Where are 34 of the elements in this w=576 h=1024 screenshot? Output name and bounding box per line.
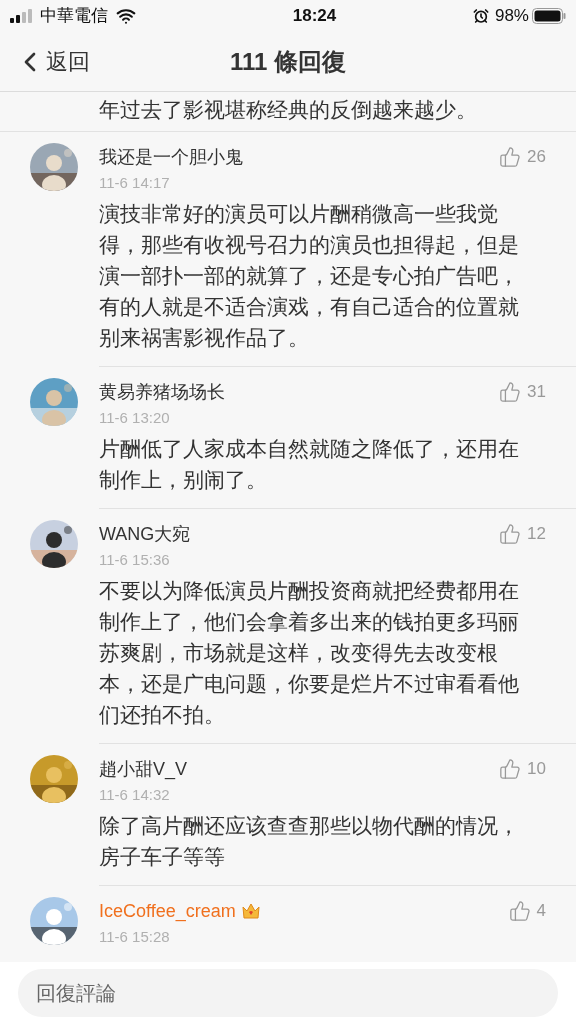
username[interactable]: WANG大宛 <box>99 521 191 546</box>
comment-text: 不要以为降低演员片酬投资商就把经费都用在制作上了，他们会拿着多出来的钱拍更多玛丽苏爽剧，市场就是这样，改变得先去改变根本，还是广电问题，你要是烂片不过审看看他们还拍不拍。 <box>99 578 520 728</box>
like-icon[interactable] <box>499 522 522 545</box>
battery-percent: 98% <box>494 5 529 28</box>
carrier-name: 中華電信 <box>40 5 108 28</box>
comment-text: 片酬低了人家成本自然就随之降低了，还用在制作上，别闹了。 <box>99 436 520 493</box>
like-icon[interactable] <box>499 757 522 780</box>
username[interactable]: 我还是一个胆小鬼 <box>99 144 243 169</box>
comment-text: 年过去了影视堪称经典的反倒越来越少。 <box>99 97 478 123</box>
like-icon[interactable] <box>499 145 522 168</box>
like-count: 26 <box>527 146 546 168</box>
back-button[interactable]: 返回 <box>0 45 90 78</box>
like-count: 31 <box>527 381 546 403</box>
page-title: 111 條回復 <box>229 46 347 77</box>
like-icon[interactable] <box>499 380 522 403</box>
like-icon[interactable] <box>508 899 531 922</box>
alarm-icon <box>472 8 489 24</box>
comment-time: 11-6 14:32 <box>99 784 171 805</box>
reply-field[interactable]: 回復評論 <box>18 969 558 1017</box>
comment-text: 除了高片酬还应该查查那些以物代酬的情况，房子车子等等 <box>99 813 520 870</box>
clock-time: 18:24 <box>291 5 337 28</box>
like-count: 10 <box>527 758 546 780</box>
comment-text: 演技非常好的演员可以片酬稍微高一些我觉得，那些有收视号召力的演员也担得起，但是演一部扑一部的就算了，还是专心拍广告吧，有的人就是不适合演戏，有自己适合的位置就别来祸害影视作品了。 <box>99 201 520 351</box>
signal-icon <box>10 9 34 23</box>
username[interactable]: 趙小甜V_V <box>99 756 188 781</box>
battery-icon <box>532 8 566 24</box>
username[interactable]: 黄易养猪场场长 <box>99 379 225 404</box>
comment-time: 11-6 15:28 <box>99 926 171 947</box>
like-count: 12 <box>527 523 546 545</box>
comment-time: 11-6 13:20 <box>99 407 171 428</box>
like-count: 4 <box>536 900 546 922</box>
wifi-icon <box>116 6 136 26</box>
comment-time: 11-6 14:17 <box>99 172 171 193</box>
comment-time: 11-6 15:36 <box>99 549 171 570</box>
